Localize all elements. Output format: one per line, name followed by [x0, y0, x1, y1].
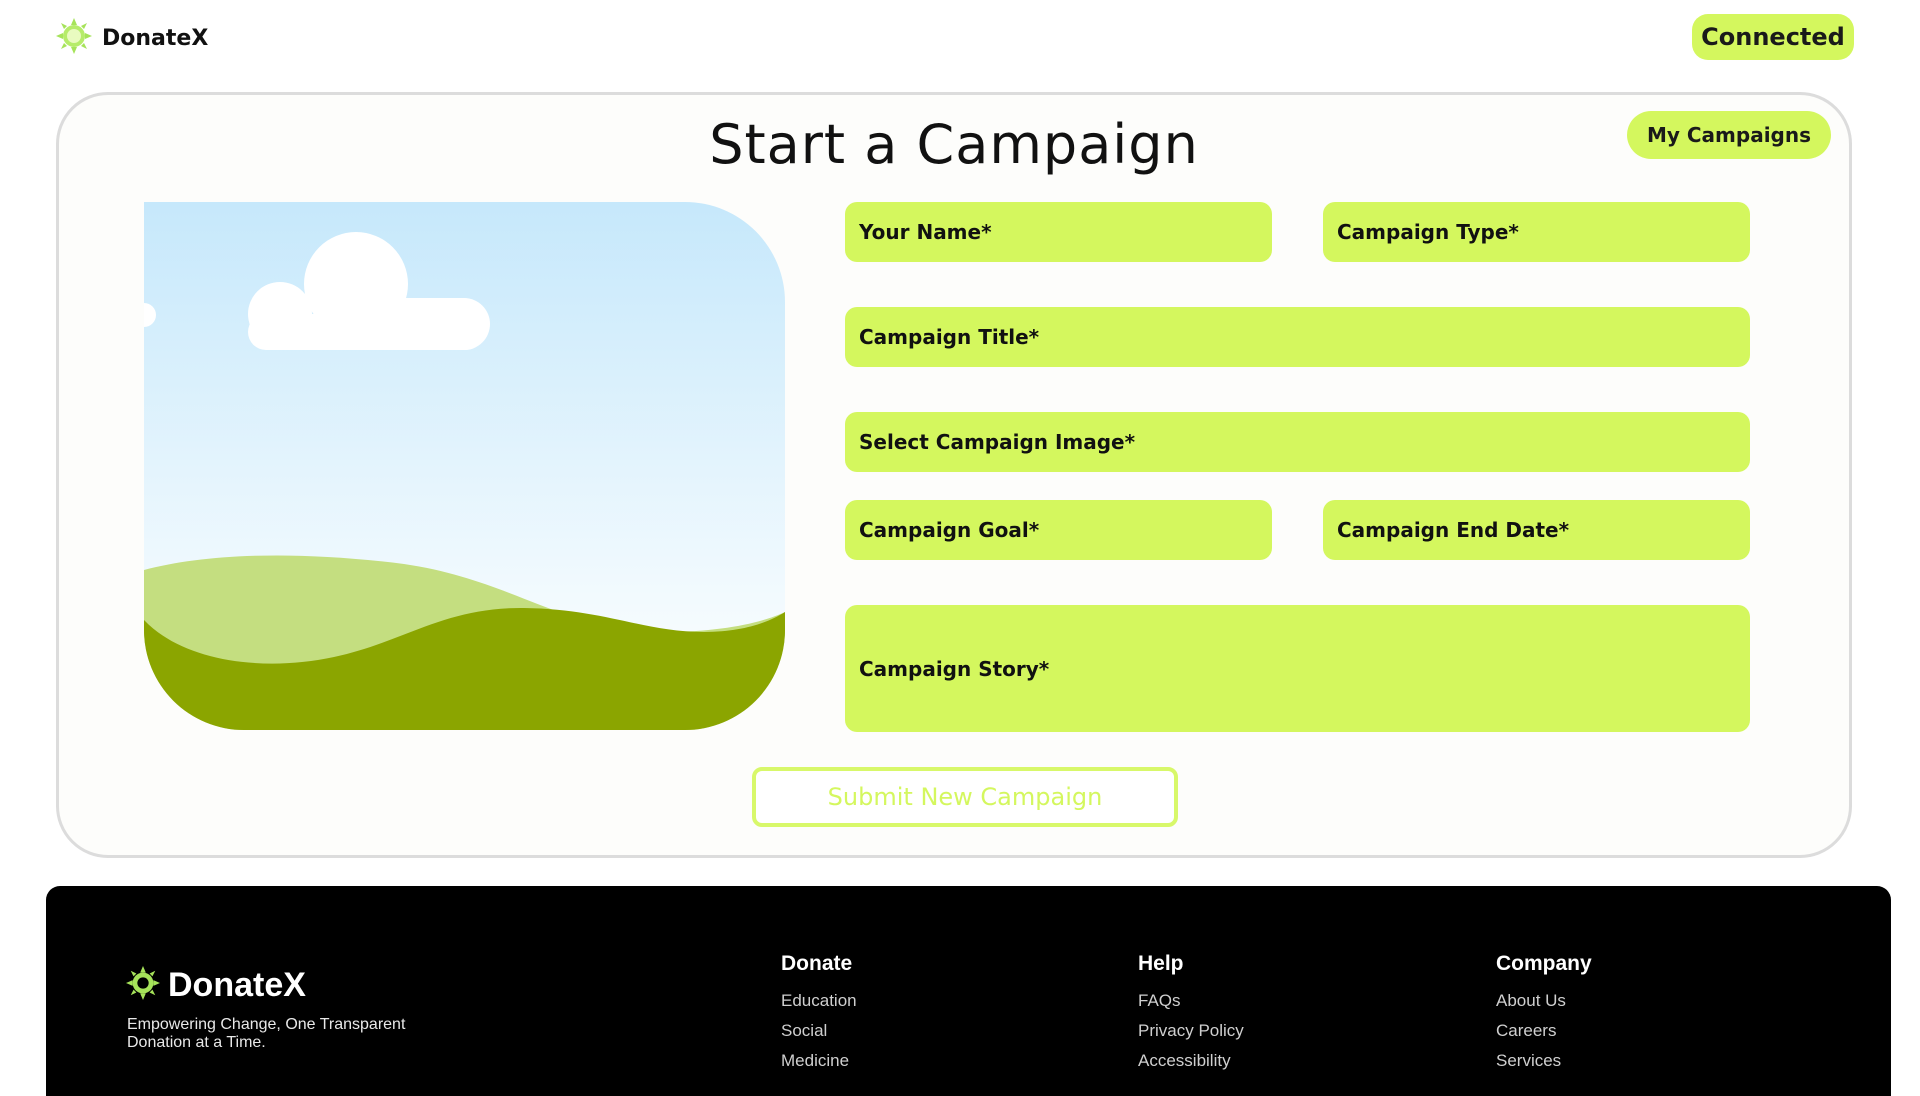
- page-title: Start a Campaign: [709, 113, 1199, 176]
- footer-link[interactable]: About Us: [1496, 986, 1592, 1016]
- submit-campaign-button[interactable]: Submit New Campaign: [752, 767, 1178, 827]
- footer-heading: Company: [1496, 952, 1592, 975]
- sun-gear-icon: [56, 17, 92, 59]
- footer-heading: Help: [1138, 952, 1184, 975]
- footer-link[interactable]: Medicine: [781, 1046, 857, 1076]
- campaign-image-field[interactable]: Select Campaign Image*: [845, 412, 1750, 472]
- footer-column-company: Company About Us Careers Services: [1496, 952, 1592, 1076]
- connected-wallet-button[interactable]: Connected: [1692, 14, 1854, 60]
- footer-column-help: Help FAQs Privacy Policy Accessibility: [1138, 952, 1244, 1076]
- campaign-end-date-field[interactable]: Campaign End Date*: [1323, 500, 1750, 560]
- campaign-image-preview: [144, 202, 785, 730]
- sun-gear-icon: [126, 966, 160, 1005]
- footer-link[interactable]: Education: [781, 986, 857, 1016]
- footer-link[interactable]: Services: [1496, 1046, 1592, 1076]
- footer-tagline: Empowering Change, One Transparent Donat…: [127, 1016, 406, 1051]
- campaign-type-field[interactable]: Campaign Type*: [1323, 202, 1750, 262]
- campaign-form-card: Start a Campaign My Campaigns Your Name*…: [56, 92, 1852, 858]
- footer-link[interactable]: Social: [781, 1016, 857, 1046]
- brand-logo[interactable]: DonateX: [56, 17, 209, 59]
- my-campaigns-button[interactable]: My Campaigns: [1627, 111, 1831, 159]
- footer-column-donate: Donate Education Social Medicine: [781, 952, 857, 1076]
- footer-brand-name: DonateX: [168, 966, 306, 1004]
- campaign-story-field[interactable]: Campaign Story*: [845, 605, 1750, 732]
- footer-link[interactable]: Careers: [1496, 1016, 1592, 1046]
- footer: DonateX Empowering Change, One Transpare…: [46, 886, 1891, 1096]
- footer-link[interactable]: FAQs: [1138, 986, 1244, 1016]
- brand-name: DonateX: [102, 25, 209, 51]
- footer-heading: Donate: [781, 952, 853, 975]
- top-nav: DonateX Connected: [0, 0, 1920, 80]
- footer-link[interactable]: Privacy Policy: [1138, 1016, 1244, 1046]
- footer-brand[interactable]: DonateX: [126, 966, 306, 1005]
- campaign-goal-field[interactable]: Campaign Goal*: [845, 500, 1272, 560]
- your-name-field[interactable]: Your Name*: [845, 202, 1272, 262]
- campaign-title-field[interactable]: Campaign Title*: [845, 307, 1750, 367]
- footer-link[interactable]: Accessibility: [1138, 1046, 1244, 1076]
